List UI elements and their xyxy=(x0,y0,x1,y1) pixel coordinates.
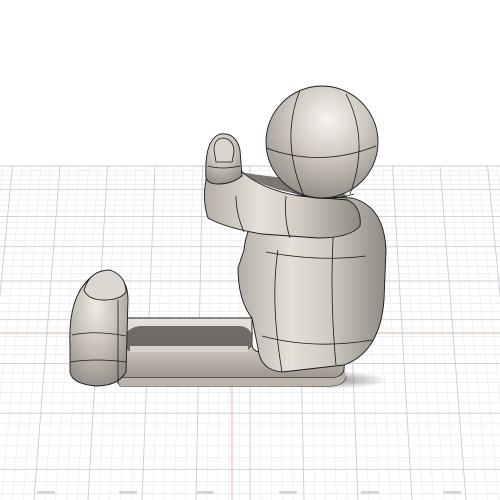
3d-viewport[interactable] xyxy=(0,0,500,500)
ground-tick-label xyxy=(278,490,298,496)
ground-tick-label xyxy=(360,490,380,496)
seated-figure-model[interactable] xyxy=(69,85,388,389)
base-slot-inner xyxy=(130,346,248,352)
ground-tick-label xyxy=(195,490,215,496)
hand-fingers xyxy=(213,137,235,163)
ground-tick-label xyxy=(118,490,138,496)
head xyxy=(265,85,379,199)
ground-tick-label xyxy=(442,490,462,496)
foot-toe xyxy=(83,269,127,301)
viewport-canvas[interactable] xyxy=(0,0,500,500)
ground-tick-label xyxy=(36,490,56,496)
